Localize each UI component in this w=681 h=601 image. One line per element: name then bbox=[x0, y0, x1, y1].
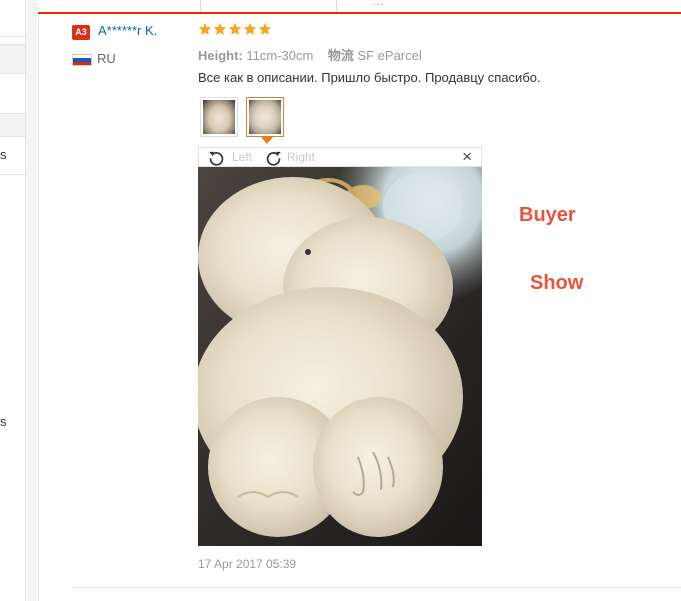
image-viewer-toolbar: Left Right × bbox=[198, 147, 482, 167]
sidebar-item[interactable] bbox=[0, 44, 25, 74]
close-viewer-icon[interactable]: × bbox=[462, 147, 472, 167]
order-attributes: Height: 11cm-30cm 物流 SF eParcel bbox=[198, 45, 422, 64]
rotate-left-icon[interactable] bbox=[208, 149, 225, 166]
tab-underline bbox=[38, 12, 681, 14]
buyer-level-badge: A3 bbox=[72, 25, 90, 40]
rotate-right-icon[interactable] bbox=[265, 149, 282, 166]
rating-stars bbox=[198, 22, 273, 40]
feedback-text: Все как в описании. Пришло быстро. Прода… bbox=[198, 70, 541, 85]
star-icon bbox=[243, 22, 257, 35]
overlay-label-buyer: Buyer bbox=[519, 204, 576, 226]
buyer-name-link[interactable]: A******r K. bbox=[98, 23, 157, 38]
attr-height-value: 11cm-30cm bbox=[246, 48, 314, 63]
fur-bunny-photo bbox=[198, 167, 482, 546]
thumbnail-image bbox=[203, 100, 235, 134]
tab-feedback[interactable] bbox=[200, 0, 337, 12]
photo-thumbnail[interactable] bbox=[200, 97, 238, 137]
tab-label[interactable]: … bbox=[372, 0, 384, 8]
attr-shipping-key: 物流 bbox=[327, 48, 354, 63]
photo-thumbnail-active[interactable] bbox=[246, 97, 284, 137]
rotate-right-label[interactable]: Right bbox=[287, 150, 315, 164]
left-sidebar: s s bbox=[0, 0, 26, 601]
sidebar-divider bbox=[0, 36, 25, 37]
star-icon bbox=[213, 22, 227, 35]
sidebar-item-label[interactable]: s bbox=[0, 414, 7, 429]
sidebar-item-label[interactable]: s bbox=[0, 147, 7, 162]
star-icon bbox=[198, 22, 212, 35]
sidebar-item[interactable] bbox=[0, 113, 25, 137]
star-icon bbox=[258, 22, 272, 35]
active-thumb-caret bbox=[261, 137, 273, 144]
attr-shipping-value: SF eParcel bbox=[357, 48, 422, 63]
rotate-left-label[interactable]: Left bbox=[232, 150, 252, 164]
page-gutter bbox=[26, 0, 39, 601]
buyer-country: RU bbox=[97, 51, 116, 66]
thumbnail-image bbox=[249, 100, 281, 134]
review-divider bbox=[72, 587, 681, 588]
review-date: 17 Apr 2017 05:39 bbox=[198, 557, 297, 571]
star-icon bbox=[228, 22, 242, 35]
overlay-label-show: Show bbox=[530, 272, 584, 294]
attr-height-key: Height: bbox=[198, 48, 243, 63]
russia-flag-icon bbox=[72, 54, 92, 66]
sidebar-divider bbox=[0, 174, 25, 175]
buyer-photo bbox=[198, 167, 482, 546]
